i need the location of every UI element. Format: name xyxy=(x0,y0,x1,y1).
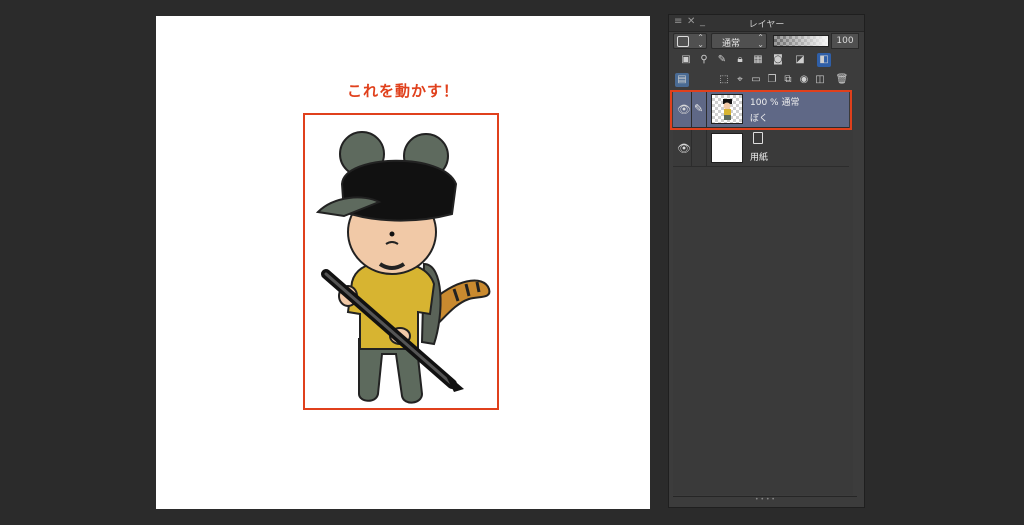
opacity-value[interactable]: 100 xyxy=(831,33,859,49)
panel-titlebar: ≡ ✕ _ レイヤー xyxy=(669,15,864,32)
panel-resize-handle[interactable]: • • • • xyxy=(673,496,857,503)
blend-mode-dropdown[interactable]: 通常 ⌃ ⌄ xyxy=(711,33,767,49)
new-raster-layer-icon[interactable]: ⬚ xyxy=(717,73,731,87)
ruler-icon[interactable]: ◪ xyxy=(793,53,807,67)
lock-icon[interactable]: 🔒︎ xyxy=(733,53,747,67)
blend-opacity-row: ⌃ ⌄ 通常 ⌃ ⌄ 100 xyxy=(673,33,861,51)
layer-color-icon[interactable]: ◧ xyxy=(817,53,831,67)
layer-actions-toolbar: ▤ ⬚ ⌖ ▭ ❐ ⧉ ◉ ◫ 🗑︎ xyxy=(675,73,863,91)
layer-highlight-box xyxy=(670,90,852,130)
lock-transparent-icon[interactable]: ▦ xyxy=(751,53,765,67)
delete-icon[interactable]: 🗑︎ xyxy=(835,73,849,87)
panel-title: レイヤー xyxy=(748,20,785,30)
draft-layer-icon[interactable]: ✎ xyxy=(715,53,729,67)
annotation-text: これを動かす！ xyxy=(346,82,459,100)
eye-icon[interactable]: 👁︎ xyxy=(677,142,691,155)
layer-panel: ≡ ✕ _ レイヤー ⌃ ⌄ 通常 ⌃ ⌄ 100 ▣ ⚲ ✎ 🔒︎ ▦ ◙ ◪ ◧… xyxy=(668,14,865,508)
duplicate-icon[interactable]: ❐ xyxy=(765,73,779,87)
reference-layer-icon[interactable]: ⚲ xyxy=(697,53,711,67)
layer-mode-icon[interactable]: ▤ xyxy=(675,73,689,87)
edit-target-cell[interactable] xyxy=(691,130,707,167)
mask-icon[interactable]: ◙ xyxy=(771,53,785,67)
new-vector-layer-icon[interactable]: ⌖ xyxy=(733,73,747,87)
layer-row[interactable]: 👁︎ 用紙 xyxy=(673,130,849,167)
layer-name[interactable]: 用紙 xyxy=(750,150,768,163)
updown-icon: ⌃ ⌄ xyxy=(757,33,764,49)
character-illustration[interactable] xyxy=(304,114,498,409)
opacity-slider[interactable] xyxy=(773,35,829,47)
canvas[interactable]: これを動かす！ xyxy=(156,16,650,509)
new-folder-icon[interactable]: ▭ xyxy=(749,73,763,87)
layer-property-icon[interactable]: ▣ xyxy=(679,53,693,67)
layer-settings-toolbar: ▣ ⚲ ✎ 🔒︎ ▦ ◙ ◪ ◧ xyxy=(677,53,863,71)
expression-color-dropdown[interactable]: ⌃ ⌄ xyxy=(673,33,707,49)
paper-icon xyxy=(753,132,763,144)
blend-mode-value: 通常 xyxy=(722,39,741,49)
merge-icon[interactable]: ⧉ xyxy=(781,73,795,87)
apply-mask-icon[interactable]: ◫ xyxy=(813,73,827,87)
updown-icon: ⌃ ⌄ xyxy=(697,33,704,49)
layer-thumbnail xyxy=(711,133,743,163)
layer-list: 👁︎ ✎ 100 % 通常 ぼく 👁︎ 用紙 xyxy=(673,91,853,495)
create-mask-icon[interactable]: ◉ xyxy=(797,73,811,87)
square-icon xyxy=(677,36,689,47)
hat xyxy=(340,159,458,222)
